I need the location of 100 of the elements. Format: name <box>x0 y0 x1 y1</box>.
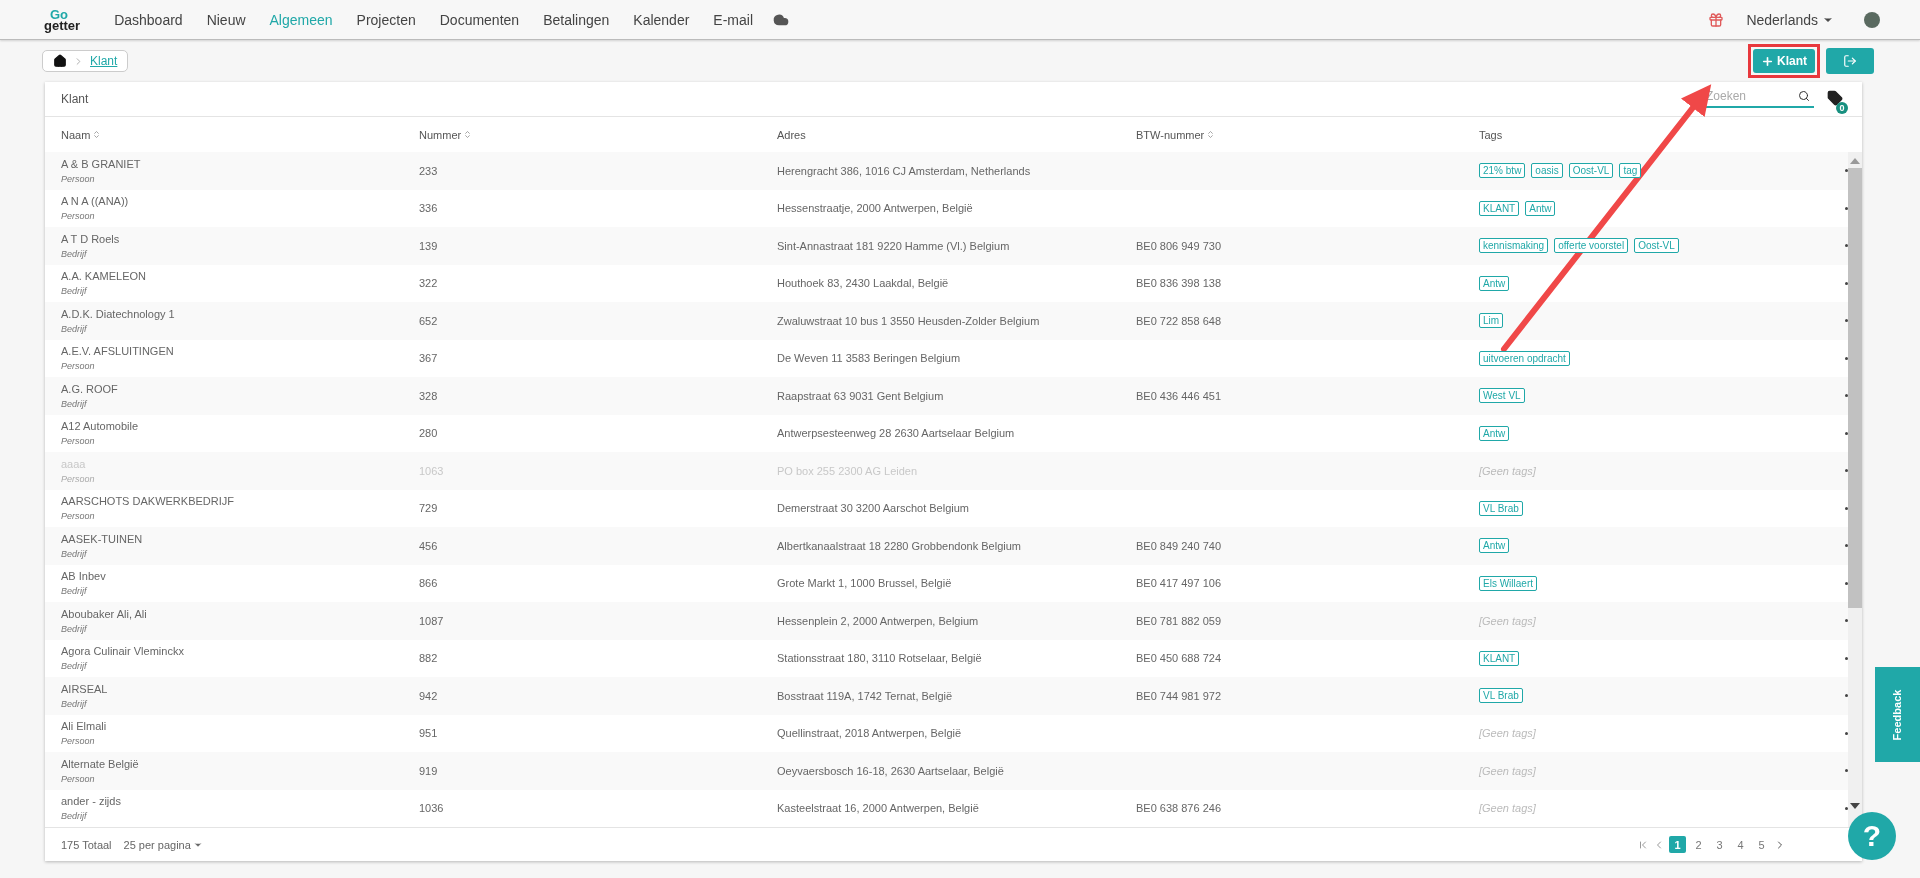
number-cell-text: 729 <box>419 502 439 515</box>
row-menu-dot[interactable] <box>1845 694 1848 698</box>
tag-icon <box>1827 89 1843 106</box>
row-menu-dot[interactable] <box>1845 281 1848 285</box>
empty-tags-text: [Geen tags] <box>1479 727 1537 740</box>
nav-link[interactable]: Projecten <box>356 11 416 28</box>
table-row[interactable]: Ali Elmali Persoon 951 Quellinstraat, 2018 Antwerpen, België [Geen tags] <box>45 714 1848 752</box>
vat-cell-text: BE0 806 949 730 <box>1136 239 1223 252</box>
table-row[interactable]: Aboubaker Ali, Ali Bedrijf 1087 Hessenplein 2, 2000 Antwerpen, Belgium BE0 781 882 059 [Geen tags] <box>45 602 1848 640</box>
table-row[interactable]: AIRSEAL Bedrijf 942 Bosstraat 119A, 1742 Ternat, België BE0 744 981 972 VL Brab <box>45 677 1848 715</box>
number-cell-text: 336 <box>419 202 439 215</box>
address-cell-text: Houthoek 83, 2430 Laakdal, België <box>777 277 950 290</box>
row-menu-dot[interactable] <box>1845 619 1848 623</box>
address-cell-text: Zwaluwstraat 10 bus 1 3550 Heusden-Zolder Belgium <box>777 314 1041 327</box>
client-name: Alternate België <box>61 757 140 770</box>
row-menu-dot[interactable] <box>1845 319 1848 323</box>
row-menu-dot[interactable] <box>1845 731 1848 735</box>
card-title: Klant <box>61 92 89 106</box>
row-menu-dot[interactable] <box>1845 206 1848 210</box>
table-row[interactable]: AASEK-TUINEN Bedrijf 456 Albertkanaalstraat 18 2280 Grobbendonk Belgium BE0 849 240 740 Antw <box>45 527 1848 565</box>
vat-cell-text: BE0 849 240 740 <box>1136 539 1223 552</box>
exit-icon <box>1843 54 1857 68</box>
nav-link[interactable]: E-mail <box>713 11 753 28</box>
nav-link[interactable]: Documenten <box>439 11 520 28</box>
tag: VL Brab <box>1479 500 1523 516</box>
column-header[interactable]: Naam <box>61 128 419 141</box>
table-row[interactable]: AB Inbev Bedrijf 866 Grote Markt 1, 1000 Brussel, België BE0 417 497 106 Els Willaert <box>45 564 1848 602</box>
row-menu-dot[interactable] <box>1845 544 1848 548</box>
table-row[interactable]: AARSCHOTS DAKWERKBEDRIJF Persoon 729 Demerstraat 30 3200 Aarschot Belgium VL Brab <box>45 489 1848 527</box>
number-cell-text: 328 <box>419 389 439 402</box>
address-cell-text: Raapstraat 63 9031 Gent Belgium <box>777 389 945 402</box>
client-name: AARSCHOTS DAKWERKBEDRIJF <box>61 495 235 508</box>
page-button[interactable]: 2 <box>1690 836 1707 853</box>
page-button[interactable]: 3 <box>1711 836 1728 853</box>
column-header[interactable]: Nummer <box>419 128 777 141</box>
row-menu-dot[interactable] <box>1845 656 1848 660</box>
address-cell-text: Demerstraat 30 3200 Aarschot Belgium <box>777 502 970 515</box>
client-name: AIRSEAL <box>61 682 109 695</box>
client-name: ander - zijds <box>61 795 122 808</box>
client-type: Persoon <box>61 173 96 184</box>
table-row[interactable]: A.E.V. AFSLUITINGEN Persoon 367 De Weven 11 3583 Beringen Belgium uitvoeren opdracht <box>45 339 1848 377</box>
client-type: Bedrijf <box>61 548 89 559</box>
row-menu-dot[interactable] <box>1845 244 1848 248</box>
row-menu-dot[interactable] <box>1845 581 1848 585</box>
row-menu-dot[interactable] <box>1845 169 1848 173</box>
row-menu-dot[interactable] <box>1845 356 1848 360</box>
client-name: A12 Automobile <box>61 420 140 433</box>
table-row[interactable]: A12 Automobile Persoon 280 Antwerpsesteenweg 28 2630 Aartselaar Belgium Antw <box>45 414 1848 452</box>
scrollbar[interactable] <box>1848 152 1862 827</box>
table-row[interactable]: A T D Roels Bedrijf 139 Sint-Annastraat 181 9220 Hamme (Vl.) Belgium BE0 806 949 730 kennismaking offerte voorstel Oost-VL <box>45 227 1848 265</box>
nav-link[interactable]: Nieuw <box>206 11 246 28</box>
avatar[interactable] <box>1864 11 1880 28</box>
table-row[interactable]: A & B GRANIET Persoon 233 Herengracht 386, 1016 CJ Amsterdam, Netherlands 21% btw oasis Oost-VL tag <box>45 152 1848 190</box>
search-icon[interactable] <box>1798 90 1810 102</box>
row-menu-dot[interactable] <box>1845 506 1848 510</box>
first-page-icon[interactable] <box>1637 838 1649 851</box>
address-cell-text: Kasteelstraat 16, 2000 Antwerpen, België <box>777 802 980 815</box>
client-type: Persoon <box>61 773 96 784</box>
client-type: Persoon <box>61 511 96 522</box>
vat-cell-text: BE0 744 981 972 <box>1136 689 1223 702</box>
client-type: Bedrijf <box>61 248 89 259</box>
client-type: Bedrijf <box>61 698 89 709</box>
tag: Els Willaert <box>1479 575 1537 591</box>
nav-link[interactable]: Dashboard <box>114 11 183 28</box>
tag: Lim <box>1479 313 1504 329</box>
client-name: A.A. KAMELEON <box>61 270 147 283</box>
gift-icon[interactable] <box>1708 11 1725 28</box>
scroll-thumb[interactable] <box>1848 168 1862 608</box>
vat-cell-text: BE0 836 398 138 <box>1136 277 1223 290</box>
page-button[interactable]: 5 <box>1753 836 1770 853</box>
table-row[interactable]: ander - zijds Bedrijf 1036 Kasteelstraat 16, 2000 Antwerpen, België BE0 638 876 246 [Geen tags] <box>45 789 1848 827</box>
page-size-dropdown[interactable]: 25 per pagina <box>123 838 203 851</box>
table-row[interactable]: Agora Culinair Vleminckx Bedrijf 882 Stationsstraat 180, 3110 Rotselaar, België BE0 450 688 724 KLANT <box>45 639 1848 677</box>
table-row[interactable]: A.G. ROOF Bedrijf 328 Raapstraat 63 9031 Gent Belgium BE0 436 446 451 West VL <box>45 377 1848 415</box>
table-row[interactable]: A N A ((ANA)) Persoon 336 Hessenstraatje, 2000 Antwerpen, België KLANT Antw <box>45 189 1848 227</box>
client-name: A T D Roels <box>61 232 121 245</box>
row-menu-dot[interactable] <box>1845 806 1848 810</box>
tag: tag <box>1619 163 1642 179</box>
row-menu-dot[interactable] <box>1845 394 1848 398</box>
tag: 21% btw <box>1479 163 1526 179</box>
column-header[interactable]: BTW-nummer <box>1136 128 1479 141</box>
client-name: A.E.V. AFSLUITINGEN <box>61 345 175 358</box>
nav-link[interactable]: Betalingen <box>543 11 610 28</box>
table-row[interactable]: Alternate België Persoon 919 Oeyvaersbosch 16-18, 2630 Aartselaar, België [Geen tags] <box>45 752 1848 790</box>
client-name: AB Inbev <box>61 570 107 583</box>
nav-link[interactable]: Kalender <box>633 11 690 28</box>
logo[interactable]: Go getter <box>44 8 81 31</box>
row-menu-dot[interactable] <box>1845 769 1848 773</box>
table-row[interactable]: A.D.K. Diatechnology 1 Bedrijf 652 Zwaluwstraat 10 bus 1 3550 Heusden-Zolder Belgium BE0 722 858 648 Lim <box>45 302 1848 340</box>
address-cell-text: Sint-Annastraat 181 9220 Hamme (Vl.) Belgium <box>777 239 1011 252</box>
address-cell-text: Grote Markt 1, 1000 Brussel, België <box>777 577 953 590</box>
row-menu-dot[interactable] <box>1845 431 1848 435</box>
page-button[interactable]: 4 <box>1732 836 1749 853</box>
table-row[interactable]: A.A. KAMELEON Bedrijf 322 Houthoek 83, 2430 Laakdal, België BE0 836 398 138 Antw <box>45 264 1848 302</box>
count-badge: 0 <box>1836 102 1848 114</box>
vat-cell-text: BE0 417 497 106 <box>1136 577 1223 590</box>
client-name: Aboubaker Ali, Ali <box>61 607 148 620</box>
language-dropdown[interactable]: Nederlands <box>1740 10 1840 29</box>
vat-cell-text: BE0 450 688 724 <box>1136 652 1223 665</box>
home-icon[interactable] <box>53 54 67 68</box>
